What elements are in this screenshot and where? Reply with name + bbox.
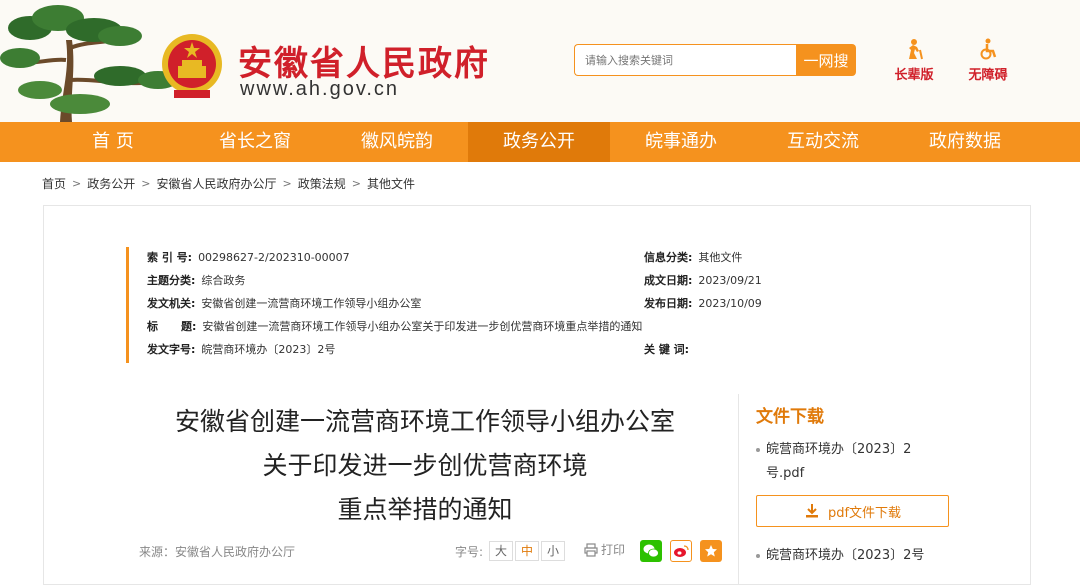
national-emblem-icon: [162, 34, 222, 98]
nav-item-gov-affairs[interactable]: 政务公开: [468, 122, 610, 162]
meta-index: 索 引 号: 00298627-2/202310-00007: [147, 251, 350, 264]
font-size-label: 字号:: [455, 544, 484, 559]
favorite-button[interactable]: [700, 540, 722, 562]
meta-subject: 主题分类: 综合政务: [147, 274, 246, 287]
wechat-icon: [643, 544, 659, 558]
nav-item-interaction[interactable]: 互动交流: [752, 122, 894, 162]
breadcrumb-link-gov-affairs[interactable]: 政务公开: [87, 175, 135, 192]
meta-created-date: 成文日期: 2023/09/21: [644, 274, 762, 287]
breadcrumb-link-office[interactable]: 安徽省人民政府办公厅: [156, 175, 276, 192]
chevron-right-icon: >: [351, 177, 361, 190]
font-size-large-button[interactable]: 大: [489, 541, 514, 561]
printer-icon: [584, 542, 598, 557]
download-file-link[interactable]: 皖营商环境办〔2023〕2: [756, 438, 926, 462]
chevron-right-icon: >: [72, 177, 82, 190]
elder-icon: [909, 39, 923, 60]
site-url: www.ah.gov.cn: [240, 78, 400, 100]
article-title: 安徽省创建一流营商环境工作领导小组办公室 关于印发进一步创优营商环境 重点举措的…: [120, 400, 730, 532]
bullet-icon: [756, 553, 760, 558]
meta-published-date: 发布日期: 2023/10/09: [644, 297, 762, 310]
article-source: 来源：安徽省人民政府办公厅: [139, 545, 296, 559]
article-title-line: 安徽省创建一流营商环境工作领导小组办公室: [174, 407, 675, 436]
nav-item-governor[interactable]: 省长之窗: [184, 122, 326, 162]
star-icon: [705, 545, 717, 557]
pdf-download-button[interactable]: pdf文件下载: [756, 495, 949, 527]
bullet-icon: [756, 447, 760, 452]
download-title: 文件下载: [756, 407, 824, 427]
breadcrumb-link-home[interactable]: 首页: [42, 175, 66, 192]
site-header: 安徽省人民政府 www.ah.gov.cn 一网搜 长辈版 无障碍: [0, 0, 1080, 122]
pine-tree-logo: [0, 5, 178, 122]
article-title-line: 重点举措的通知: [337, 495, 513, 524]
download-file-link-cont[interactable]: 号.pdf: [756, 462, 926, 486]
meta-docno: 发文字号: 皖营商环境办〔2023〕2号: [147, 343, 336, 356]
nav-item-services[interactable]: 皖事通办: [610, 122, 752, 162]
meta-keywords: 关 键 词:: [644, 343, 690, 356]
search-input[interactable]: [574, 44, 796, 76]
wheelchair-icon: [980, 38, 997, 60]
nav-item-data[interactable]: 政府数据: [894, 122, 1036, 162]
pdf-download-label: pdf文件下载: [827, 505, 902, 521]
font-size-small-button[interactable]: 小: [541, 541, 566, 561]
elder-mode-label: 长辈版: [894, 68, 934, 83]
breadcrumb-link-policy[interactable]: 政策法规: [298, 175, 346, 192]
chevron-right-icon: >: [141, 177, 151, 190]
article-title-line: 关于印发进一步创优营商环境: [262, 451, 588, 480]
nav-item-home[interactable]: 首 页: [42, 122, 184, 162]
download-panel: 文件下载 皖营商环境办〔2023〕2 号.pdf pdf文件下载 皖营商环境办〔…: [738, 394, 970, 584]
share-wechat-button[interactable]: [640, 540, 662, 562]
accessibility-label: 无障碍: [968, 68, 1008, 83]
breadcrumb: 首页 > 政务公开 > 安徽省人民政府办公厅 > 政策法规 > 其他文件: [42, 175, 415, 192]
elder-mode-button[interactable]: 长辈版: [884, 38, 944, 83]
chevron-right-icon: >: [282, 177, 292, 190]
meta-issuer: 发文机关: 安徽省创建一流营商环境工作领导小组办公室: [147, 297, 422, 310]
font-size-medium-button[interactable]: 中: [515, 541, 540, 561]
accessibility-button[interactable]: 无障碍: [958, 38, 1018, 83]
meta-title: 标 题: 安徽省创建一流营商环境工作领导小组办公室关于印发进一步创优营商环境重点举…: [147, 320, 643, 333]
breadcrumb-link-other[interactable]: 其他文件: [367, 175, 415, 192]
download-file-link-2[interactable]: 皖营商环境办〔2023〕2号: [756, 544, 966, 568]
document-meta: 索 引 号: 00298627-2/202310-00007 主题分类: 综合政务 …: [126, 247, 826, 363]
search-button[interactable]: 一网搜: [796, 44, 856, 76]
share-weibo-button[interactable]: [670, 540, 692, 562]
download-icon: [805, 504, 818, 518]
print-label: 打印: [601, 543, 626, 557]
nav-item-culture[interactable]: 徽风皖韵: [326, 122, 468, 162]
font-size-control: 字号: 大 中 小: [455, 541, 566, 561]
meta-info-category: 信息分类: 其他文件: [644, 251, 743, 264]
main-nav: 首 页 省长之窗 徽风皖韵 政务公开 皖事通办 互动交流 政府数据: [0, 122, 1080, 162]
print-button[interactable]: 打印: [584, 541, 625, 558]
weibo-icon: [674, 545, 689, 557]
